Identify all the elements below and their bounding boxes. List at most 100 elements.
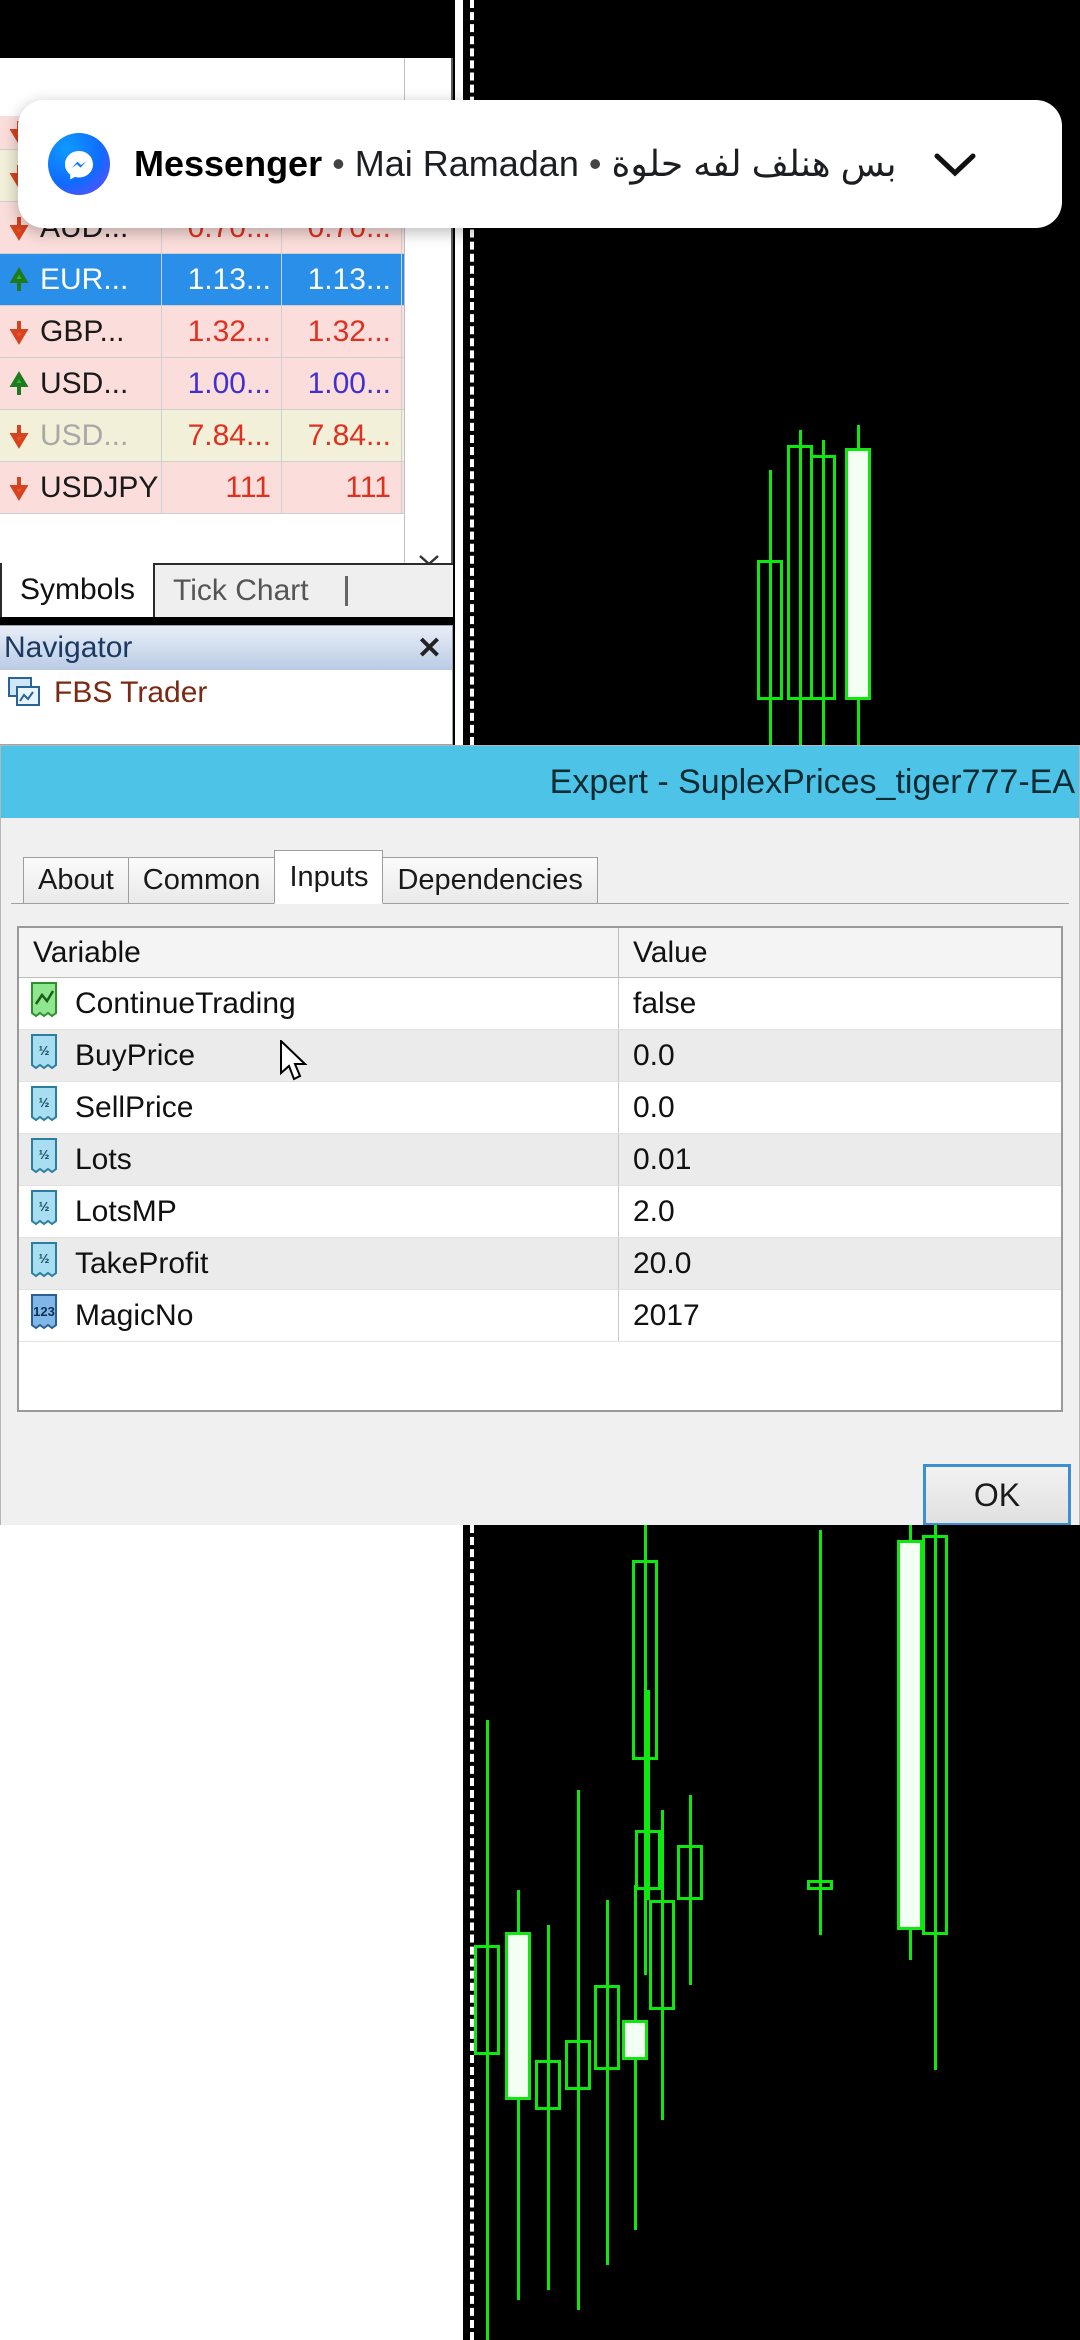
input-value[interactable]: 0.0 bbox=[619, 1030, 1061, 1081]
navigator-titlebar: Navigator ✕ bbox=[0, 626, 452, 670]
tab-about-label: About bbox=[38, 864, 114, 897]
dialog-tabstrip[interactable]: About Common Inputs Dependencies bbox=[11, 850, 1069, 904]
ask-price: 1.00... bbox=[282, 358, 402, 409]
candlestick bbox=[845, 425, 871, 745]
double-half-icon: ½ bbox=[29, 1034, 63, 1078]
inputs-grid-row[interactable]: ½TakeProfit20.0 bbox=[19, 1238, 1061, 1290]
navigator-item-label: FBS Trader bbox=[54, 676, 207, 710]
chart-left-edge-bottom bbox=[455, 1525, 463, 2340]
tab-symbols-label: Symbols bbox=[20, 573, 135, 607]
input-value[interactable]: 0.01 bbox=[619, 1134, 1061, 1185]
svg-text:½: ½ bbox=[39, 1043, 50, 1058]
notification-message: بس هنلف لفه حلوة bbox=[611, 143, 896, 184]
ask-price: 1.32... bbox=[282, 306, 402, 357]
symbol-name: USD... bbox=[40, 367, 128, 401]
ok-button[interactable]: OK bbox=[923, 1464, 1071, 1526]
terminal-icon bbox=[8, 677, 42, 709]
bool-chart-icon bbox=[29, 982, 63, 1026]
tab-inputs-label: Inputs bbox=[289, 861, 368, 894]
navigator-panel[interactable]: Navigator ✕ FBS Trader bbox=[0, 625, 453, 745]
inputs-grid-row[interactable]: ContinueTradingfalse bbox=[19, 978, 1061, 1030]
inputs-grid[interactable]: Variable Value ContinueTradingfalse ½ BuyP… bbox=[17, 926, 1063, 1412]
close-icon[interactable]: ✕ bbox=[417, 631, 442, 666]
grid-empty-space bbox=[19, 1342, 1061, 1412]
navigator-item-fbs-trader[interactable]: FBS Trader bbox=[0, 670, 452, 710]
double-half-icon: ½ bbox=[29, 1086, 63, 1130]
candle-body bbox=[922, 1535, 948, 1935]
input-value[interactable]: false bbox=[619, 978, 1061, 1029]
input-variable-name: MagicNo bbox=[75, 1299, 193, 1333]
candlestick bbox=[807, 1530, 833, 1935]
inputs-grid-row[interactable]: ½ Lots 0.01 bbox=[19, 1134, 1061, 1186]
text-caret bbox=[345, 576, 348, 606]
candlestick bbox=[810, 440, 836, 745]
symbol-name: USD... bbox=[40, 419, 128, 453]
messenger-notification-banner[interactable]: Messenger • Mai Ramadan • بس هنلف لفه حل… bbox=[18, 100, 1062, 228]
market-watch-row[interactable]: USDJPY111111 bbox=[0, 462, 406, 514]
inputs-grid-row[interactable]: ½ BuyPrice 0.0 bbox=[19, 1030, 1061, 1082]
tab-about[interactable]: About bbox=[23, 857, 129, 903]
candle-body bbox=[535, 2060, 561, 2110]
input-variable-name: SellPrice bbox=[75, 1091, 193, 1125]
svg-text:½: ½ bbox=[39, 1147, 50, 1162]
arrow-down-icon bbox=[6, 423, 32, 449]
double-half-icon: ½ bbox=[29, 1138, 63, 1182]
inputs-grid-row[interactable]: 123 MagicNo 2017 bbox=[19, 1290, 1061, 1342]
expert-properties-dialog[interactable]: Expert - SuplexPrices_tiger777-EA About … bbox=[0, 745, 1080, 1525]
market-watch-row[interactable]: USD... 7.84...7.84... bbox=[0, 410, 406, 462]
svg-text:½: ½ bbox=[39, 1251, 50, 1266]
chevron-down-icon[interactable] bbox=[931, 149, 979, 179]
inputs-grid-row[interactable]: ½LotsMP2.0 bbox=[19, 1186, 1061, 1238]
candlestick bbox=[897, 1525, 923, 1960]
input-variable-name: Lots bbox=[75, 1143, 132, 1177]
screen-root: NZD... 0.68... 0.68... USD...1.35...1.35… bbox=[0, 0, 1080, 2340]
input-value[interactable]: 2.0 bbox=[619, 1186, 1061, 1237]
integer-123-icon: 123 bbox=[29, 1294, 63, 1338]
tab-symbols[interactable]: Symbols bbox=[0, 563, 155, 617]
dialog-body: About Common Inputs Dependencies Variabl… bbox=[1, 850, 1079, 1558]
column-header-variable: Variable bbox=[19, 928, 619, 977]
navigator-title: Navigator bbox=[4, 631, 132, 665]
dialog-titlebar: Expert - SuplexPrices_tiger777-EA bbox=[1, 746, 1079, 818]
tab-dependencies[interactable]: Dependencies bbox=[382, 857, 597, 903]
input-variable-name: BuyPrice bbox=[75, 1039, 195, 1073]
candle-body bbox=[565, 2040, 591, 2090]
market-watch-row[interactable]: GBP...1.32...1.32... bbox=[0, 306, 406, 358]
candle-body bbox=[635, 1830, 661, 1890]
market-watch-row[interactable]: USD... 1.00...1.00... bbox=[0, 358, 406, 410]
market-watch-tabstrip[interactable]: Symbols Tick Chart bbox=[0, 563, 453, 617]
candle-body bbox=[677, 1845, 703, 1900]
chart-panel-bottom[interactable] bbox=[455, 1525, 1080, 2340]
notification-sender: Mai Ramadan bbox=[355, 143, 579, 184]
svg-text:½: ½ bbox=[39, 1095, 50, 1110]
bid-price: 7.84... bbox=[162, 410, 282, 461]
candlestick bbox=[757, 470, 783, 745]
workspace-white-area bbox=[0, 1525, 455, 2340]
tab-common[interactable]: Common bbox=[128, 857, 276, 903]
bid-price: 1.00... bbox=[162, 358, 282, 409]
tab-dependencies-label: Dependencies bbox=[397, 864, 582, 897]
candle-body bbox=[897, 1540, 923, 1930]
symbol-name: GBP... bbox=[40, 315, 125, 349]
ask-price: 7.84... bbox=[282, 410, 402, 461]
tab-inputs[interactable]: Inputs bbox=[274, 850, 383, 904]
notification-text: Messenger • Mai Ramadan • بس هنلف لفه حل… bbox=[134, 143, 897, 185]
market-watch-row[interactable]: EUR...1.13...1.13... bbox=[0, 254, 406, 306]
input-value[interactable]: 2017 bbox=[619, 1290, 1061, 1341]
notification-separator-2: • bbox=[589, 143, 602, 184]
candle-body bbox=[757, 560, 783, 700]
candle-body bbox=[845, 448, 871, 700]
tab-tick-chart[interactable]: Tick Chart bbox=[155, 565, 327, 617]
candlestick bbox=[594, 1900, 620, 2265]
double-half-icon: ½ bbox=[29, 1242, 63, 1286]
input-value[interactable]: 0.0 bbox=[619, 1082, 1061, 1133]
symbol-name: USDJPY bbox=[40, 471, 158, 505]
candle-body bbox=[594, 1985, 620, 2070]
input-value[interactable]: 20.0 bbox=[619, 1238, 1061, 1289]
svg-text:½: ½ bbox=[39, 1199, 50, 1214]
column-header-value: Value bbox=[619, 928, 1061, 977]
bid-price: 1.13... bbox=[162, 254, 282, 305]
inputs-grid-row[interactable]: ½ SellPrice 0.0 bbox=[19, 1082, 1061, 1134]
ask-price: 1.13... bbox=[282, 254, 402, 305]
dialog-title: Expert - SuplexPrices_tiger777-EA bbox=[550, 763, 1075, 802]
